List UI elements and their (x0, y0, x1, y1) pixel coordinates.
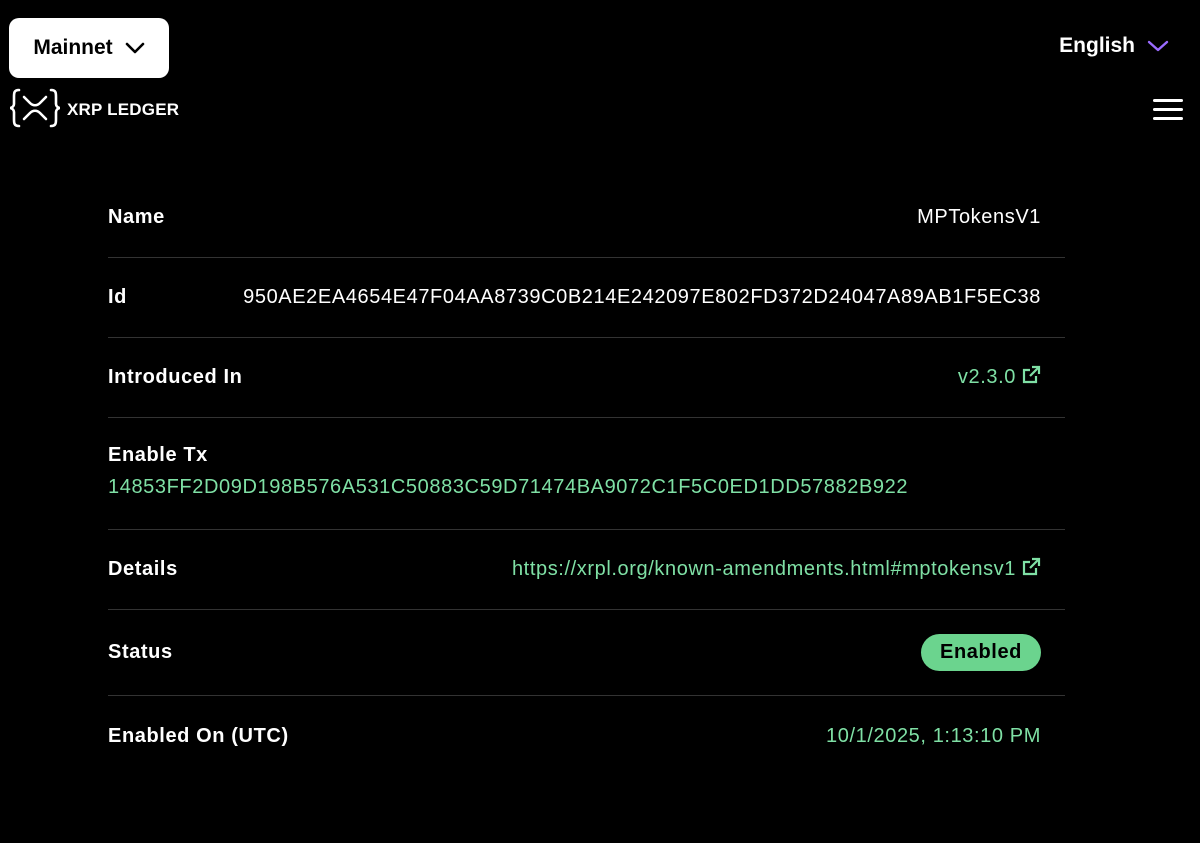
chevron-down-icon (125, 42, 145, 54)
xrpl-logo-icon (9, 87, 61, 134)
introduced-version-link[interactable]: v2.3.0 (958, 365, 1041, 391)
name-row: Name MPTokensV1 (108, 178, 1065, 258)
enabled-on-date: 10/1/2025, 1:13:10 PM (826, 724, 1041, 747)
amendment-id: 950AE2EA4654E47F04AA8739C0B214E242097E80… (243, 286, 1041, 308)
enable-tx-label: Enable Tx (108, 444, 208, 466)
language-select[interactable]: English (1059, 34, 1169, 58)
id-label: Id (108, 286, 127, 308)
introduced-label: Introduced In (108, 366, 243, 388)
name-label: Name (108, 206, 165, 228)
xrpl-logo[interactable]: XRP LEDGER (9, 87, 180, 134)
amendment-name: MPTokensV1 (917, 206, 1041, 228)
enabled-on-label: Enabled On (UTC) (108, 724, 289, 747)
enabled-on-row: Enabled On (UTC) 10/1/2025, 1:13:10 PM (108, 696, 1065, 776)
status-label: Status (108, 641, 173, 663)
logo-text: XRP LEDGER (67, 100, 180, 119)
external-link-icon (1021, 557, 1041, 583)
external-link-icon (1021, 365, 1041, 391)
enable-tx-hash[interactable]: 14853FF2D09D198B576A531C50883C59D71474BA… (108, 476, 908, 498)
network-select[interactable]: Mainnet (9, 18, 169, 78)
details-label: Details (108, 558, 178, 580)
enable-tx-row: Enable Tx 14853FF2D09D198B576A531C50883C… (108, 418, 1065, 530)
chevron-down-icon (1147, 34, 1169, 58)
menu-icon[interactable] (1153, 97, 1183, 123)
details-link[interactable]: https://xrpl.org/known-amendments.html#m… (512, 557, 1041, 583)
introduced-version: v2.3.0 (957, 365, 1016, 388)
introduced-row: Introduced In v2.3.0 (108, 338, 1065, 418)
details-row: Details https://xrpl.org/known-amendment… (108, 530, 1065, 610)
language-label: English (1059, 34, 1135, 57)
amendment-details-table: Name MPTokensV1 Id 950AE2EA4654E47F04AA8… (108, 178, 1065, 776)
status-badge: Enabled (921, 634, 1041, 671)
network-select-label: Mainnet (33, 36, 113, 59)
details-url: https://xrpl.org/known-amendments.html#m… (511, 557, 1016, 580)
status-row: Status Enabled (108, 610, 1065, 696)
id-row: Id 950AE2EA4654E47F04AA8739C0B214E242097… (108, 258, 1065, 338)
